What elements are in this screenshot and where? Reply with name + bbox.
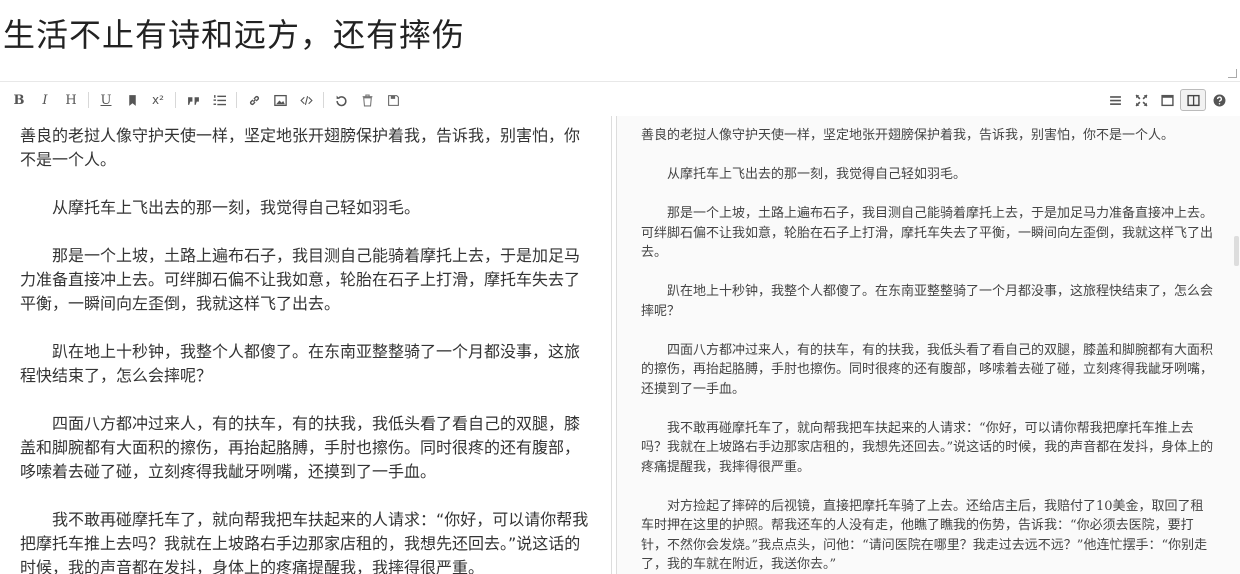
- toolbar-divider: [175, 92, 176, 108]
- editor-paragraph: 从摩托车上飞出去的那一刻，我觉得自己轻如羽毛。: [20, 198, 421, 217]
- code-button[interactable]: [293, 89, 319, 111]
- preview-paragraph: 那是一个上坡，土路上遍布石子，我目测自己能骑着摩托上去，于是加足马力准备直接冲上…: [641, 206, 1214, 260]
- menu-icon: [1109, 95, 1121, 105]
- editor-toolbar: B I H U x²: [0, 88, 1240, 112]
- superscript-button[interactable]: x²: [145, 89, 171, 111]
- bold-button[interactable]: B: [6, 89, 32, 111]
- toolbar-right-group: [1102, 89, 1240, 111]
- preview-paragraph: 对方捡起了摔碎的后视镜，直接把摩托车骑了上去。还给店主后，我赔付了10美金，取回…: [641, 498, 1208, 573]
- italic-icon: I: [42, 92, 48, 108]
- editor-paragraph: 四面八方都冲过来人，有的扶车，有的扶我，我低头看了看自己的双腿，膝盖和脚腕都有大…: [20, 414, 581, 481]
- undo-button[interactable]: [328, 89, 354, 111]
- editor-paragraph: 那是一个上坡，土路上遍布石子，我目测自己能骑着摩托上去，于是加足马力准备直接冲上…: [20, 246, 581, 313]
- bold-icon: B: [13, 92, 25, 108]
- underline-button[interactable]: U: [93, 89, 119, 111]
- italic-button[interactable]: I: [32, 89, 58, 111]
- preview-pane: 善良的老挝人像守护天使一样，坚定地张开翅膀保护着我，告诉我，别害怕，你不是一个人…: [616, 116, 1240, 574]
- title-input[interactable]: 生活不止有诗和远方，还有摔伤: [3, 10, 465, 56]
- menu-button[interactable]: [1102, 89, 1128, 111]
- quote-icon: [187, 96, 199, 105]
- ordered-list-icon: [213, 94, 226, 105]
- heading-icon: H: [65, 92, 77, 108]
- ordered-list-button[interactable]: [206, 89, 232, 111]
- help-icon: [1213, 94, 1225, 106]
- underline-icon: U: [100, 92, 112, 108]
- heading-button[interactable]: H: [58, 89, 84, 111]
- toolbar-divider: [88, 92, 89, 108]
- fullscreen-button[interactable]: [1128, 89, 1154, 111]
- editor-paragraph: 我不敢再碰摩托车了，就向帮我把车扶起来的人请求：“你好，可以请你帮我把摩托车推上…: [20, 510, 589, 574]
- undo-icon: [335, 95, 347, 106]
- preview-paragraph: 我不敢再碰摩托车了，就向帮我把车扶起来的人请求：“你好，可以请你帮我把摩托车推上…: [641, 420, 1214, 475]
- link-button[interactable]: [241, 89, 267, 111]
- trash-icon: [362, 94, 372, 106]
- title-area: 生活不止有诗和远方，还有摔伤: [0, 0, 1240, 82]
- editor-content[interactable]: 善良的老挝人像守护天使一样，坚定地张开翅膀保护着我，告诉我，别害怕，你不是一个人…: [0, 116, 611, 574]
- preview-scrollbar[interactable]: [1234, 236, 1239, 266]
- resize-grip[interactable]: [1228, 69, 1237, 78]
- toolbar-left-group: B I H U x²: [0, 89, 406, 111]
- columns-icon: [1186, 94, 1200, 106]
- single-pane-button[interactable]: [1154, 89, 1180, 111]
- preview-paragraph: 善良的老挝人像守护天使一样，坚定地张开翅膀保护着我，告诉我，别害怕，你不是一个人…: [641, 128, 1175, 143]
- preview-paragraph: 从摩托车上飞出去的那一刻，我觉得自己轻如羽毛。: [641, 167, 967, 182]
- save-button[interactable]: [380, 89, 406, 111]
- image-icon: [273, 94, 287, 106]
- bookmark-button[interactable]: [119, 89, 145, 111]
- superscript-icon: x²: [152, 93, 164, 107]
- code-icon: [299, 95, 313, 105]
- image-button[interactable]: [267, 89, 293, 111]
- window-icon: [1160, 94, 1174, 106]
- quote-button[interactable]: [180, 89, 206, 111]
- split-view-button[interactable]: [1180, 89, 1206, 111]
- fullscreen-icon: [1135, 94, 1147, 106]
- link-icon: [249, 95, 259, 105]
- bookmark-icon: [128, 94, 136, 106]
- help-button[interactable]: [1206, 89, 1232, 111]
- preview-paragraph: 四面八方都冲过来人，有的扶车，有的扶我，我低头看了看自己的双腿，膝盖和脚腕都有大…: [641, 342, 1214, 397]
- preview-content: 善良的老挝人像守护天使一样，坚定地张开翅膀保护着我，告诉我，别害怕，你不是一个人…: [617, 116, 1240, 574]
- preview-paragraph: 趴在地上十秒钟，我整个人都傻了。在东南亚整整骑了一个月都没事，这旅程快结束了，怎…: [641, 284, 1214, 319]
- toolbar-divider: [236, 92, 237, 108]
- trash-button[interactable]: [354, 89, 380, 111]
- toolbar-divider: [323, 92, 324, 108]
- markdown-editor[interactable]: 善良的老挝人像守护天使一样，坚定地张开翅膀保护着我，告诉我，别害怕，你不是一个人…: [0, 116, 612, 574]
- editor-paragraph: 善良的老挝人像守护天使一样，坚定地张开翅膀保护着我，告诉我，别害怕，你不是一个人…: [20, 126, 581, 169]
- save-icon: [387, 94, 399, 106]
- editor-paragraph: 趴在地上十秒钟，我整个人都傻了。在东南亚整整骑了一个月都没事，这旅程快结束了，怎…: [20, 342, 581, 385]
